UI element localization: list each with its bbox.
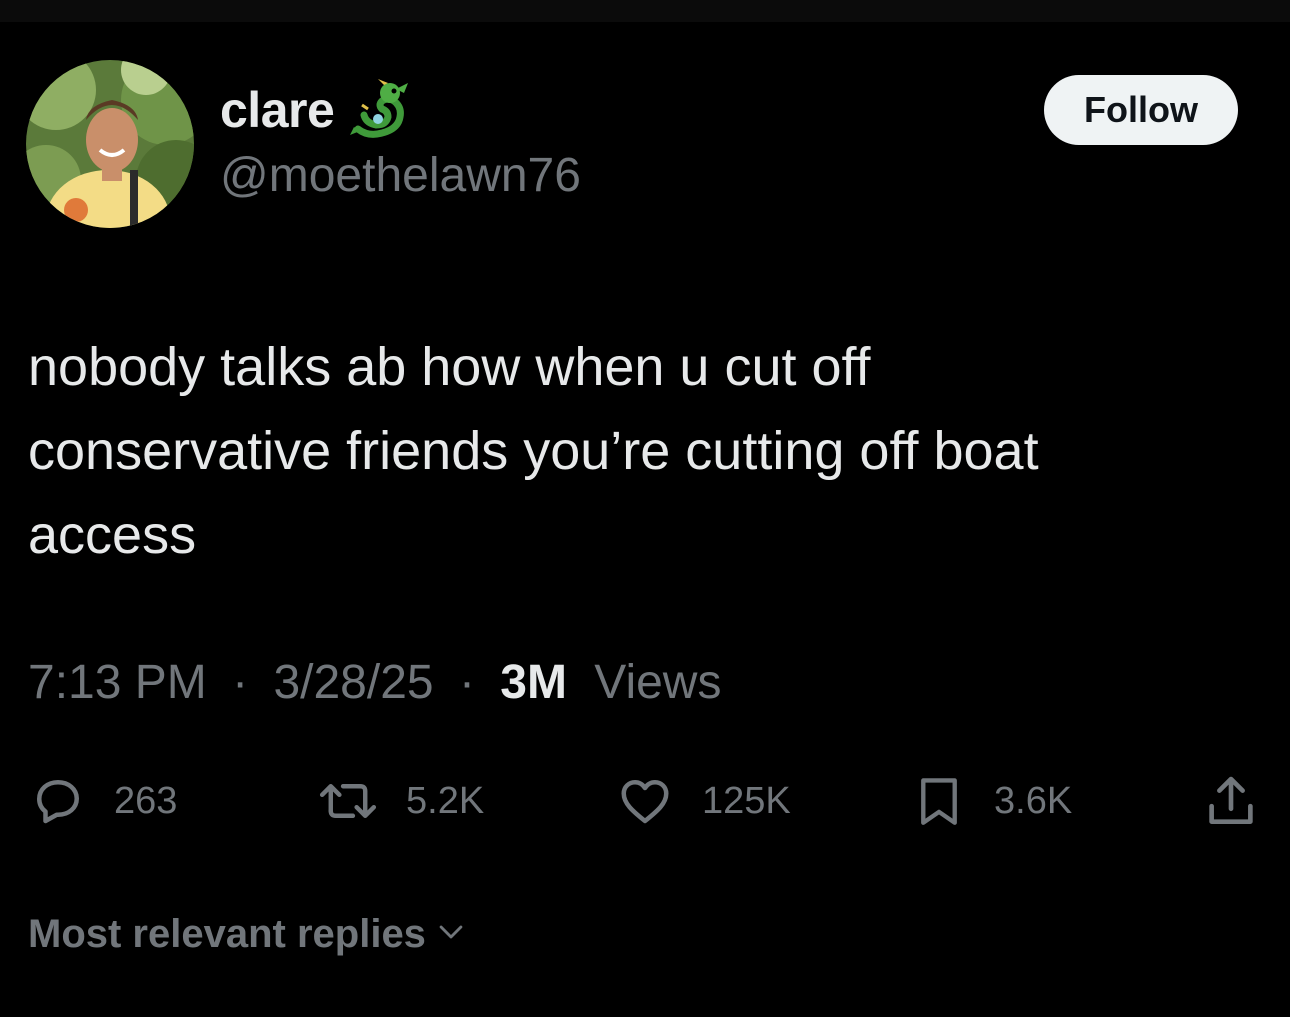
display-name[interactable]: clare: [220, 81, 335, 139]
author-name-row: clare: [220, 78, 414, 142]
author-handle[interactable]: @moethelawn76: [220, 148, 581, 203]
avatar[interactable]: [26, 60, 194, 228]
replies-sort-label: Most relevant replies: [28, 912, 426, 956]
tweet-time[interactable]: 7:13 PM: [28, 656, 207, 709]
repost-button[interactable]: 5.2K: [316, 770, 484, 832]
tweet-meta: 7:13 PM · 3/28/25 · 3M Views: [28, 655, 721, 710]
heart-icon: [614, 771, 676, 831]
dragon-icon: [348, 79, 414, 141]
meta-separator: ·: [458, 656, 475, 709]
repost-count: 5.2K: [406, 779, 485, 822]
reply-button[interactable]: 263: [28, 770, 177, 832]
views-count[interactable]: 3M: [500, 656, 567, 709]
status-bar-strip: [0, 0, 1290, 22]
bookmark-icon: [910, 770, 968, 832]
chevron-down-icon: [426, 915, 468, 954]
follow-button[interactable]: Follow: [1044, 75, 1238, 145]
tweet-actions: 263 5.2K 125K 3.6K: [0, 770, 1290, 832]
replies-sort-dropdown[interactable]: Most relevant replies: [28, 912, 468, 957]
share-button[interactable]: [1200, 770, 1262, 832]
tweet-text: nobody talks ab how when u cut off conse…: [28, 337, 1039, 565]
reply-count: 263: [114, 779, 178, 822]
like-button[interactable]: 125K: [614, 770, 791, 832]
bookmark-button[interactable]: 3.6K: [910, 770, 1072, 832]
meta-separator: ·: [232, 656, 249, 709]
repost-icon: [316, 771, 380, 831]
avatar-photo: [26, 60, 194, 228]
reply-icon: [28, 771, 88, 831]
bookmark-count: 3.6K: [994, 779, 1073, 822]
share-icon: [1200, 770, 1262, 832]
tweet-date[interactable]: 3/28/25: [273, 656, 433, 709]
views-label: Views: [594, 656, 722, 709]
like-count: 125K: [702, 779, 791, 822]
